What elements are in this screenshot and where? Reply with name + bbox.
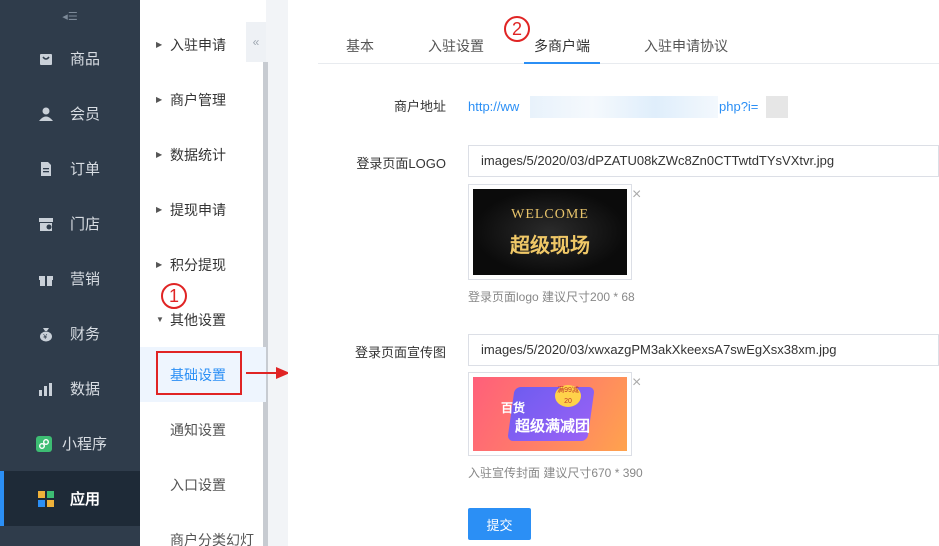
login-logo-label: 登录页面LOGO [356, 156, 446, 171]
sidebar-item-label: 营销 [70, 271, 101, 288]
submenu-item-other-settings[interactable]: ▼ 其他设置 [140, 292, 266, 347]
annotation-highlight-box [156, 351, 242, 395]
bag-icon [38, 51, 54, 67]
submenu-item-label: 提现申请 [170, 201, 226, 218]
promo-image-text-1: 百货 [501, 401, 526, 415]
merchant-address-link-start[interactable]: http://ww [468, 99, 519, 114]
sidebar-item-label: 会员 [70, 106, 101, 123]
tab-entry-agreement[interactable]: 入驻申请协议 [644, 36, 728, 64]
sidebar-item-orders[interactable]: 订单 [0, 141, 140, 196]
annotation-arrow-icon [246, 367, 290, 379]
app-root: ◂☰ 商品 会员 订单 门店 营销 ¥ 财务 数据 小程序 应用 « ▶ 入驻申请… [0, 0, 939, 546]
sidebar-item-miniprogram[interactable]: 小程序 [0, 416, 140, 471]
merchant-address-label: 商户地址 [393, 99, 446, 114]
sidebar-item-label: 订单 [70, 161, 101, 178]
svg-text:¥: ¥ [43, 334, 47, 341]
welcome-logo-image: WELCOME 超级现场 [473, 189, 627, 275]
tab-multi-merchant[interactable]: 多商户端 [524, 36, 600, 64]
submenu-item-merchants[interactable]: ▶ 商户管理 [140, 72, 266, 127]
bar-chart-icon [38, 381, 54, 397]
address-redaction [530, 96, 718, 118]
logo-image-text-welcome: WELCOME [511, 207, 589, 222]
submit-button[interactable]: 提交 [468, 508, 531, 540]
submenu-item-apply[interactable]: ▶ 入驻申请 [140, 17, 266, 72]
submenu-child-category-slides[interactable]: 商户分类幻灯 [140, 512, 266, 546]
submenu-child-label: 商户分类幻灯 [170, 531, 254, 546]
submenu-child-notify-settings[interactable]: 通知设置 [140, 402, 266, 457]
annotation-badge-2: 2 [504, 16, 530, 42]
caret-right-icon: ▶ [156, 40, 163, 49]
promo-image-badge: 满99减20 [555, 385, 581, 407]
submenu-item-withdraw[interactable]: ▶ 提现申请 [140, 182, 266, 237]
gift-icon [38, 271, 54, 287]
login-logo-thumbnail[interactable]: WELCOME 超级现场 [468, 184, 632, 280]
logo-image-text-title: 超级现场 [510, 233, 590, 257]
sidebar-item-data[interactable]: 数据 [0, 361, 140, 416]
apps-grid-icon [38, 490, 54, 507]
menu-toggle-icon[interactable]: ◂☰ [62, 10, 77, 23]
sidebar-item-apps[interactable]: 应用 [0, 471, 140, 526]
sidebar-item-members[interactable]: 会员 [0, 86, 140, 141]
address-redaction-tail [766, 96, 788, 118]
submenu-item-stats[interactable]: ▶ 数据统计 [140, 127, 266, 182]
submenu-child-entry-settings[interactable]: 入口设置 [140, 457, 266, 512]
user-icon [38, 106, 54, 122]
caret-right-icon: ▶ [156, 95, 163, 104]
login-promo-label: 登录页面宣传图 [354, 345, 446, 360]
caret-right-icon: ▶ [156, 205, 163, 214]
tab-entry-settings[interactable]: 入驻设置 [428, 36, 484, 64]
remove-logo-close-icon[interactable]: × [632, 186, 641, 204]
sidebar-item-marketing[interactable]: 营销 [0, 251, 140, 306]
login-logo-hint: 登录页面logo 建议尺寸200 * 68 [468, 290, 635, 304]
sidebar-item-label: 应用 [70, 491, 101, 508]
sidebar-item-finance[interactable]: ¥ 财务 [0, 306, 140, 361]
miniprogram-icon [36, 435, 52, 452]
submenu-item-label: 其他设置 [170, 311, 226, 328]
merchant-address-link-end[interactable]: php?i= [719, 99, 758, 114]
sidebar-item-label: 财务 [70, 326, 101, 343]
sidebar-item-stores[interactable]: 门店 [0, 196, 140, 251]
caret-down-icon: ▼ [156, 315, 164, 324]
settings-tabs: 基本 入驻设置 多商户端 入驻申请协议 [318, 28, 939, 64]
submenu-item-label: 数据统计 [170, 146, 226, 163]
submenu-item-label: 积分提现 [170, 256, 226, 273]
login-promo-hint: 入驻宣传封面 建议尺寸670 * 390 [468, 466, 643, 480]
caret-right-icon: ▶ [156, 150, 163, 159]
submenu-item-label: 入驻申请 [170, 36, 226, 53]
tab-basic[interactable]: 基本 [346, 36, 374, 64]
submenu-item-points-withdraw[interactable]: ▶ 积分提现 [140, 237, 266, 292]
document-icon [38, 161, 54, 177]
sidebar-item-label: 小程序 [62, 436, 108, 453]
sidebar-item-label: 商品 [70, 51, 101, 68]
submenu-child-label: 入口设置 [170, 476, 226, 493]
sidebar-item-label: 门店 [70, 216, 101, 233]
sidebar-item-goods[interactable]: 商品 [0, 31, 140, 86]
promo-image-text-2: 超级满减团 [515, 418, 591, 435]
money-bag-icon: ¥ [38, 326, 54, 342]
sidebar-toggle[interactable]: ◂☰ [0, 0, 140, 32]
remove-promo-close-icon[interactable]: × [632, 374, 641, 392]
login-logo-input[interactable]: images/5/2020/03/dPZATU08kZWc8Zn0CTTwtdT… [468, 145, 939, 177]
login-promo-input[interactable]: images/5/2020/03/xwxazgPM3akXkeexsA7swEg… [468, 334, 939, 366]
store-icon [38, 216, 54, 232]
submenu-child-label: 通知设置 [170, 421, 226, 438]
login-promo-thumbnail[interactable]: 百货 超级满减团 满99减20 [468, 372, 632, 456]
promo-banner-image: 百货 超级满减团 满99减20 [473, 377, 627, 451]
annotation-badge-1: 1 [161, 283, 187, 309]
submenu-item-label: 商户管理 [170, 91, 226, 108]
sidebar-item-label: 数据 [70, 381, 101, 398]
caret-right-icon: ▶ [156, 260, 163, 269]
